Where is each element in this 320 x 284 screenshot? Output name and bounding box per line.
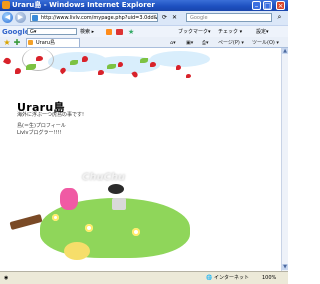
settings-menu[interactable]: 設定▾ xyxy=(256,28,269,36)
add-favorite-icon[interactable]: ✚ xyxy=(13,38,21,47)
leaf-decoration xyxy=(107,64,116,69)
pink-character xyxy=(60,188,78,210)
page-icon xyxy=(32,15,38,21)
petal-decoration xyxy=(176,65,181,70)
google-toolbar: Google G▾ 検索 ▸ ★ ブックマーク▾ チェック ▾ 設定▾ xyxy=(0,25,288,37)
print-icon[interactable]: ⎙▾ xyxy=(202,39,209,47)
search-input[interactable]: Google xyxy=(186,13,272,22)
beetle-character xyxy=(108,184,124,194)
maximize-button[interactable]: □ xyxy=(263,1,272,10)
scroll-up-icon[interactable]: ▲ xyxy=(282,48,288,54)
star-icon[interactable]: ★ xyxy=(128,28,134,36)
address-row: ◀ ▶ http://www.livlv.com/mypage.php?uid=… xyxy=(0,11,288,25)
yellow-character xyxy=(64,242,90,260)
ie-icon xyxy=(2,1,10,9)
tab-row: ★ ✚ Uraru島 ⌂▾ ▣▾ ⎙▾ ページ(P) ▾ ツール(O) ▾ xyxy=(0,37,288,48)
close-button[interactable]: × xyxy=(276,1,285,10)
flower-decoration xyxy=(52,214,59,221)
refresh-icon[interactable]: ⟳ xyxy=(160,14,169,22)
tab-page-icon xyxy=(28,40,33,45)
home-icon[interactable]: ⌂▾ xyxy=(170,39,176,47)
petal-decoration xyxy=(2,56,13,66)
flower-decoration xyxy=(85,224,93,232)
google-logo: Google xyxy=(2,28,30,36)
status-bar: ◉ 🌐 インターネット 100% xyxy=(0,271,288,284)
security-zone: インターネット xyxy=(214,275,250,281)
tools-menu[interactable]: ツール(O) ▾ xyxy=(252,39,279,47)
flower-decoration xyxy=(132,228,140,236)
petal-decoration xyxy=(15,68,21,74)
stone-decoration xyxy=(112,198,126,210)
chuchu-sign: ChuChu xyxy=(82,172,126,183)
internet-zone-icon: 🌐 xyxy=(206,275,213,281)
forward-button[interactable]: ▶ xyxy=(15,12,26,23)
google-search-button[interactable]: 検索 ▸ xyxy=(80,28,94,36)
petal-decoration xyxy=(98,70,104,75)
leaf-decoration xyxy=(140,58,148,63)
check-menu[interactable]: チェック ▾ xyxy=(218,28,242,36)
window-title: Uraru島 - Windows Internet Explorer xyxy=(12,1,155,9)
vertical-scrollbar[interactable]: ▲ ▼ xyxy=(281,48,288,271)
scroll-down-icon[interactable]: ▼ xyxy=(282,264,288,270)
leaf-decoration xyxy=(26,64,36,70)
favorites-star-icon[interactable]: ★ xyxy=(3,38,11,47)
search-icon[interactable]: ⌕ xyxy=(274,13,285,22)
tab-uraru[interactable]: Uraru島 xyxy=(26,38,80,47)
page-menu[interactable]: ページ(P) ▾ xyxy=(218,39,244,47)
blog-link[interactable]: Livlvブログラー!!!! xyxy=(17,130,62,136)
gmail-icon[interactable] xyxy=(116,29,123,35)
back-button[interactable]: ◀ xyxy=(2,12,13,23)
leaf-decoration xyxy=(70,60,78,65)
zoom-level[interactable]: 100% xyxy=(262,274,276,283)
signpost-decoration xyxy=(9,213,43,231)
petal-decoration xyxy=(118,62,123,67)
bookmark-menu[interactable]: ブックマーク▾ xyxy=(178,28,211,36)
profile-link[interactable]: 島(＝生)プロフィール xyxy=(17,123,66,129)
address-bar[interactable]: http://www.livlv.com/mypage.php?uid=3.0d… xyxy=(30,13,158,22)
minimize-button[interactable]: – xyxy=(252,1,261,10)
rss-icon[interactable] xyxy=(106,29,112,35)
page-content: Uraru島 海外に浮ぶ一つ虎島の事です! 島(＝生)プロフィール Livlvブ… xyxy=(0,48,281,271)
petal-decoration xyxy=(150,62,156,67)
feeds-icon[interactable]: ▣▾ xyxy=(186,39,193,47)
petal-decoration xyxy=(82,56,88,62)
google-search-box[interactable]: G▾ xyxy=(27,28,77,35)
page-subtitle: 海外に浮ぶ一つ虎島の事です! xyxy=(17,112,85,118)
status-ready-icon: ◉ xyxy=(4,275,9,281)
stop-icon[interactable]: ✕ xyxy=(170,14,179,22)
petal-decoration xyxy=(186,74,191,78)
title-bar: Uraru島 - Windows Internet Explorer – □ × xyxy=(0,0,288,11)
petal-decoration xyxy=(36,56,43,61)
